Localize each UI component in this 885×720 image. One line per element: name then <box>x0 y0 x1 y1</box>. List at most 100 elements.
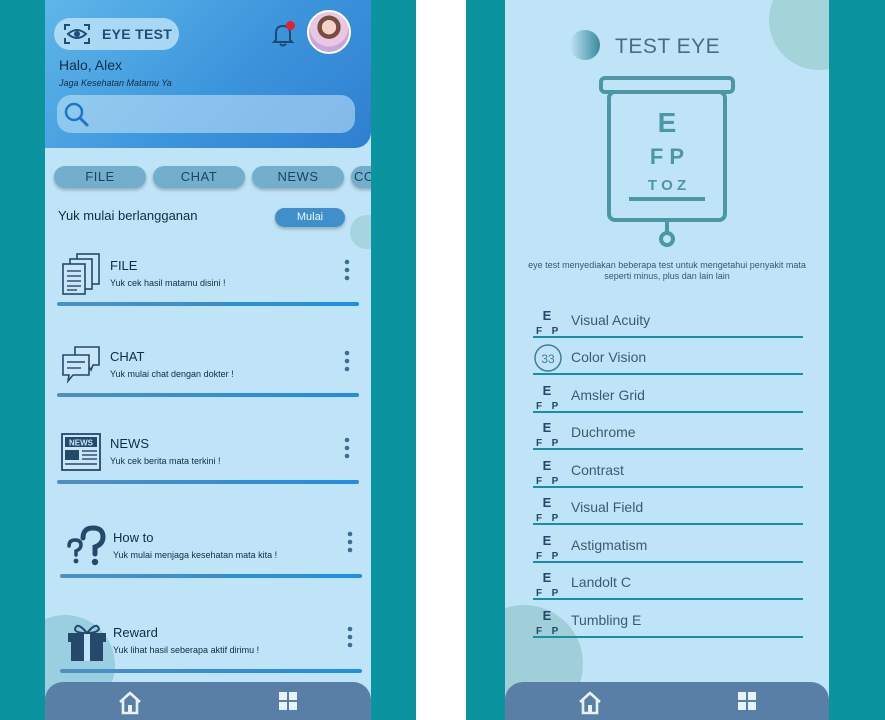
bottom-nav <box>505 682 829 720</box>
eye-chart-illustration: E F P T O Z <box>599 76 735 247</box>
card-desc: Yuk lihat hasil seberapa aktif dirimu ! <box>113 645 260 655</box>
card-title: FILE <box>110 258 138 273</box>
header: EYE TEST Halo, Alex Jaga Kesehatan Matam… <box>45 0 371 148</box>
card-title: NEWS <box>110 436 149 451</box>
subscribe-text: Yuk mulai berlangganan <box>58 208 198 223</box>
card-reward[interactable]: Reward Yuk lihat hasil seberapa aktif di… <box>45 619 371 689</box>
eye-chart-icon: EF P <box>536 570 559 599</box>
svg-text:T O Z: T O Z <box>648 177 686 194</box>
card-chat[interactable]: CHAT Yuk mulai chat dengan dokter ! <box>45 343 371 413</box>
bottom-nav <box>45 682 371 720</box>
card-desc: Yuk mulai menjaga kesehatan mata kita ! <box>113 550 278 560</box>
svg-text:E: E <box>543 608 552 623</box>
test-item[interactable]: 33 Color Vision <box>533 343 803 379</box>
svg-text:E: E <box>543 458 552 473</box>
test-label: Landolt C <box>571 574 631 590</box>
decor-circle <box>570 30 600 60</box>
card-progress-bar <box>57 480 359 484</box>
decor-circle <box>350 215 371 249</box>
row-divider <box>533 448 803 450</box>
more-options-icon[interactable] <box>344 625 356 649</box>
test-label: Tumbling E <box>571 612 642 628</box>
row-divider <box>533 523 803 525</box>
documents-icon <box>62 253 100 295</box>
test-item[interactable]: E F P Tumbling E <box>533 606 803 642</box>
avatar[interactable] <box>307 10 351 54</box>
card-news[interactable]: NEWS NEWS Yuk cek berita mata terkini ! <box>45 430 371 500</box>
eye-chart-icon: EF P <box>536 383 559 412</box>
tab-news[interactable]: NEWS <box>252 166 344 188</box>
row-divider <box>533 411 803 413</box>
more-options-icon[interactable] <box>341 436 353 460</box>
eye-chart-icon: EF P <box>536 608 559 637</box>
test-label: Duchrome <box>571 424 636 440</box>
test-label: Contrast <box>571 462 624 478</box>
tab-file[interactable]: FILE <box>54 166 146 188</box>
search-icon <box>64 102 89 127</box>
test-item[interactable]: E F P Visual Acuity <box>533 306 803 342</box>
eye-chart-icon: EF P <box>536 308 559 337</box>
greeting: Halo, Alex <box>59 57 123 73</box>
row-divider <box>533 561 803 563</box>
eye-scan-icon <box>64 24 90 44</box>
card-file[interactable]: FILE Yuk cek hasil matamu disini ! <box>45 252 371 322</box>
test-eye-screen: TEST EYE E F P T O Z eye test menyediaka… <box>505 0 829 720</box>
test-label: Color Vision <box>571 349 647 365</box>
app-logo[interactable]: EYE TEST <box>54 18 179 50</box>
svg-text:E: E <box>543 420 552 435</box>
svg-text:E: E <box>543 308 552 323</box>
page-title: TEST EYE <box>615 35 721 58</box>
description: eye test menyediakan beberapa test untuk… <box>528 260 806 281</box>
more-options-icon[interactable] <box>341 258 353 282</box>
tab-chat[interactable]: CHAT <box>153 166 245 188</box>
row-divider <box>533 636 803 638</box>
card-how-to[interactable]: How to Yuk mulai menjaga kesehatan mata … <box>45 524 371 594</box>
home-icon[interactable] <box>577 690 603 716</box>
card-desc: Yuk cek berita mata terkini ! <box>110 456 221 466</box>
card-desc: Yuk mulai chat dengan dokter ! <box>110 369 234 379</box>
white-divider <box>416 0 466 720</box>
test-item[interactable]: E F P Visual Field <box>533 493 803 529</box>
eye-chart-icon: EF P <box>536 533 559 562</box>
svg-text:E: E <box>658 107 677 138</box>
eye-chart-icon: EF P <box>536 458 559 487</box>
home-icon[interactable] <box>117 690 143 716</box>
notification-dot <box>286 21 295 30</box>
newspaper-icon: NEWS <box>61 433 101 471</box>
more-options-icon[interactable] <box>341 349 353 373</box>
card-desc: Yuk cek hasil matamu disini ! <box>110 278 226 288</box>
test-label: Visual Acuity <box>571 312 651 328</box>
test-label: Amsler Grid <box>571 387 645 403</box>
card-progress-bar <box>60 669 362 673</box>
row-divider <box>533 336 803 338</box>
svg-text:E: E <box>543 495 552 510</box>
grid-icon[interactable] <box>738 692 756 710</box>
svg-text:E: E <box>543 383 552 398</box>
card-title: Reward <box>113 625 158 640</box>
eye-chart-icon: EF P <box>536 420 559 449</box>
app-title: EYE TEST <box>102 26 173 42</box>
row-divider <box>533 598 803 600</box>
card-title: CHAT <box>110 349 145 364</box>
svg-text:E: E <box>543 533 552 548</box>
chat-bubbles-icon <box>62 346 100 384</box>
eye-chart-icon: EF P <box>536 495 559 524</box>
test-item[interactable]: E F P Amsler Grid <box>533 381 803 417</box>
test-item[interactable]: E F P Duchrome <box>533 418 803 454</box>
svg-text:F P: F P <box>650 144 684 169</box>
question-marks-icon <box>67 525 106 566</box>
tab-co[interactable]: CO <box>351 166 371 188</box>
test-item[interactable]: E F P Landolt C <box>533 568 803 604</box>
gift-icon <box>68 624 106 661</box>
test-label: Astigmatism <box>571 537 648 553</box>
test-item[interactable]: E F P Astigmatism <box>533 531 803 567</box>
test-item[interactable]: E F P Contrast <box>533 456 803 492</box>
home-screen: EYE TEST Halo, Alex Jaga Kesehatan Matam… <box>45 0 371 720</box>
grid-icon[interactable] <box>279 692 297 710</box>
subtitle: Jaga Kesehatan Matamu Ya <box>59 78 172 88</box>
row-divider <box>533 486 803 488</box>
card-progress-bar <box>60 574 362 578</box>
subscribe-button[interactable]: Mulai <box>275 208 345 227</box>
more-options-icon[interactable] <box>344 530 356 554</box>
search-input[interactable] <box>57 95 355 133</box>
